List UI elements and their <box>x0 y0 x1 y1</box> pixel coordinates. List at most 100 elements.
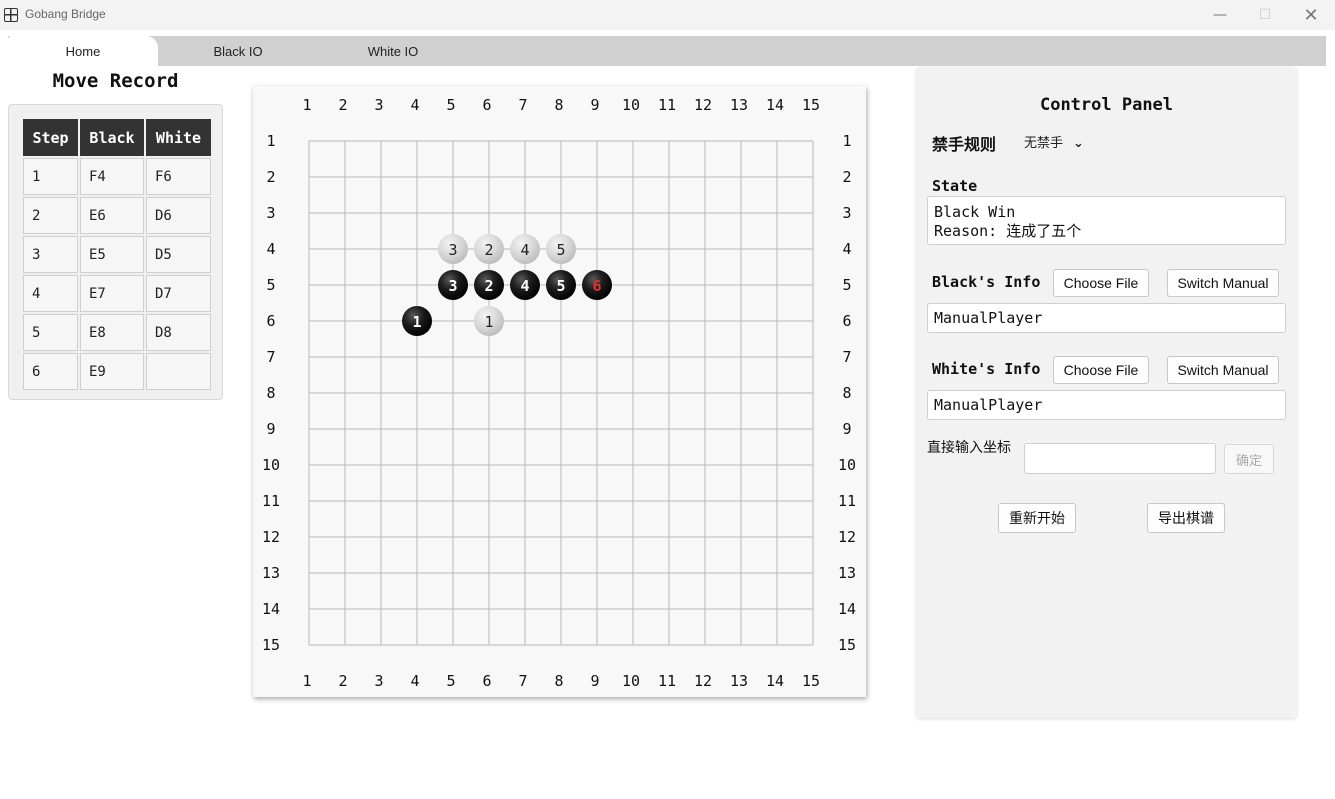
export-record-button[interactable]: 导出棋谱 <box>1147 503 1225 533</box>
black-move-cell: F4 <box>80 158 144 195</box>
row-label-right: 12 <box>838 528 856 546</box>
row-label-right: 6 <box>842 312 851 330</box>
row-label-right: 2 <box>842 168 851 186</box>
tab-black-io[interactable]: Black IO <box>158 36 318 66</box>
column-label-bottom: 7 <box>518 672 527 690</box>
control-panel: Control Panel 禁手规则 无禁手 ⌄ State Black Win … <box>916 67 1297 718</box>
row-label-right: 9 <box>842 420 851 438</box>
table-row: 4 E7 D7 <box>23 275 211 312</box>
column-label-bottom: 3 <box>374 672 383 690</box>
column-header-white: White <box>146 119 211 156</box>
coordinate-input[interactable] <box>1024 443 1216 474</box>
tab-white-io[interactable]: White IO <box>318 36 468 66</box>
black-move-cell: E8 <box>80 314 144 351</box>
gobang-board[interactable]: 1 1 2 2 3 3 4 4 5 5 6 6 7 7 8 8 9 9 10 10 11 11 12 12 13 13 14 14 15… <box>253 86 866 697</box>
column-label-top: 3 <box>374 96 383 114</box>
column-label-top: 8 <box>554 96 563 114</box>
row-label-right: 10 <box>838 456 856 474</box>
row-label-left: 7 <box>266 348 275 366</box>
state-textarea[interactable]: Black Win Reason: 连成了五个 <box>927 196 1286 245</box>
black-switch-manual-button[interactable]: Switch Manual <box>1167 269 1279 297</box>
column-label-bottom: 4 <box>410 672 419 690</box>
row-label-right: 8 <box>842 384 851 402</box>
row-label-left: 9 <box>266 420 275 438</box>
column-header-step: Step <box>23 119 78 156</box>
move-record-panel: Step Black White 1 F4 F6 2 E6 D6 3 E5 D5 <box>8 104 223 400</box>
black-stone-number: 3 <box>448 277 457 295</box>
column-label-top: 12 <box>694 96 712 114</box>
table-row: 2 E6 D6 <box>23 197 211 234</box>
row-label-left: 10 <box>262 456 280 474</box>
chevron-down-icon: ⌄ <box>1073 136 1084 151</box>
maximize-button[interactable]: ☐ <box>1242 0 1288 30</box>
row-label-right: 4 <box>842 240 851 258</box>
row-label-left: 4 <box>266 240 275 258</box>
board-canvas[interactable]: 1122334455667788991010111112121313141415… <box>253 86 866 697</box>
step-cell: 3 <box>23 236 78 273</box>
confirm-button[interactable]: 确定 <box>1224 444 1274 474</box>
column-label-bottom: 11 <box>658 672 676 690</box>
black-stone-number: 2 <box>484 277 493 295</box>
tab-bar: Home Black IO White IO <box>8 36 1326 66</box>
row-label-left: 14 <box>262 600 280 618</box>
row-label-left: 2 <box>266 168 275 186</box>
column-label-top: 11 <box>658 96 676 114</box>
white-move-cell: D5 <box>146 236 211 273</box>
row-label-right: 7 <box>842 348 851 366</box>
column-label-bottom: 5 <box>446 672 455 690</box>
step-cell: 6 <box>23 353 78 390</box>
row-label-right: 1 <box>842 132 851 150</box>
step-cell: 5 <box>23 314 78 351</box>
white-stone-number: 1 <box>484 313 493 331</box>
forbidden-rule-select[interactable]: 无禁手 ⌄ <box>1024 132 1084 151</box>
table-row: 3 E5 D5 <box>23 236 211 273</box>
row-label-left: 15 <box>262 636 280 654</box>
column-label-top: 1 <box>302 96 311 114</box>
white-stone-number: 2 <box>484 241 493 259</box>
row-label-right: 11 <box>838 492 856 510</box>
white-player-field[interactable]: ManualPlayer <box>927 390 1286 420</box>
black-move-cell: E7 <box>80 275 144 312</box>
column-label-top: 10 <box>622 96 640 114</box>
minimize-button[interactable]: — <box>1197 0 1243 30</box>
column-label-bottom: 9 <box>590 672 599 690</box>
restart-button[interactable]: 重新开始 <box>998 503 1076 533</box>
table-row: 5 E8 D8 <box>23 314 211 351</box>
black-choose-file-button[interactable]: Choose File <box>1053 269 1149 297</box>
row-label-left: 5 <box>266 276 275 294</box>
white-info-label: White's Info <box>932 360 1041 378</box>
white-stone-number: 4 <box>520 241 529 259</box>
black-stone-number: 5 <box>556 277 565 295</box>
tab-home[interactable]: Home <box>8 36 158 66</box>
row-label-left: 3 <box>266 204 275 222</box>
column-label-top: 14 <box>766 96 784 114</box>
column-label-top: 13 <box>730 96 748 114</box>
white-switch-manual-button[interactable]: Switch Manual <box>1167 356 1279 384</box>
black-move-cell: E9 <box>80 353 144 390</box>
white-choose-file-button[interactable]: Choose File <box>1053 356 1149 384</box>
row-label-left: 1 <box>266 132 275 150</box>
row-label-right: 13 <box>838 564 856 582</box>
white-move-cell: F6 <box>146 158 211 195</box>
state-label: State <box>932 177 978 195</box>
close-button[interactable]: ✕ <box>1288 0 1334 30</box>
white-move-cell <box>146 353 211 390</box>
step-cell: 1 <box>23 158 78 195</box>
column-label-bottom: 12 <box>694 672 712 690</box>
column-label-bottom: 2 <box>338 672 347 690</box>
black-info-label: Black's Info <box>932 273 1041 291</box>
table-header-row: Step Black White <box>23 119 211 156</box>
row-label-right: 14 <box>838 600 856 618</box>
column-label-top: 6 <box>482 96 491 114</box>
control-panel-title: Control Panel <box>1039 95 1174 115</box>
table-row: 1 F4 F6 <box>23 158 211 195</box>
table-row: 6 E9 <box>23 353 211 390</box>
black-player-field[interactable]: ManualPlayer <box>927 303 1286 333</box>
column-label-bottom: 14 <box>766 672 784 690</box>
move-record-title: Move Record <box>52 70 179 92</box>
column-label-top: 9 <box>590 96 599 114</box>
column-label-top: 15 <box>802 96 820 114</box>
row-label-right: 5 <box>842 276 851 294</box>
white-stone-number: 3 <box>448 241 457 259</box>
column-label-bottom: 10 <box>622 672 640 690</box>
